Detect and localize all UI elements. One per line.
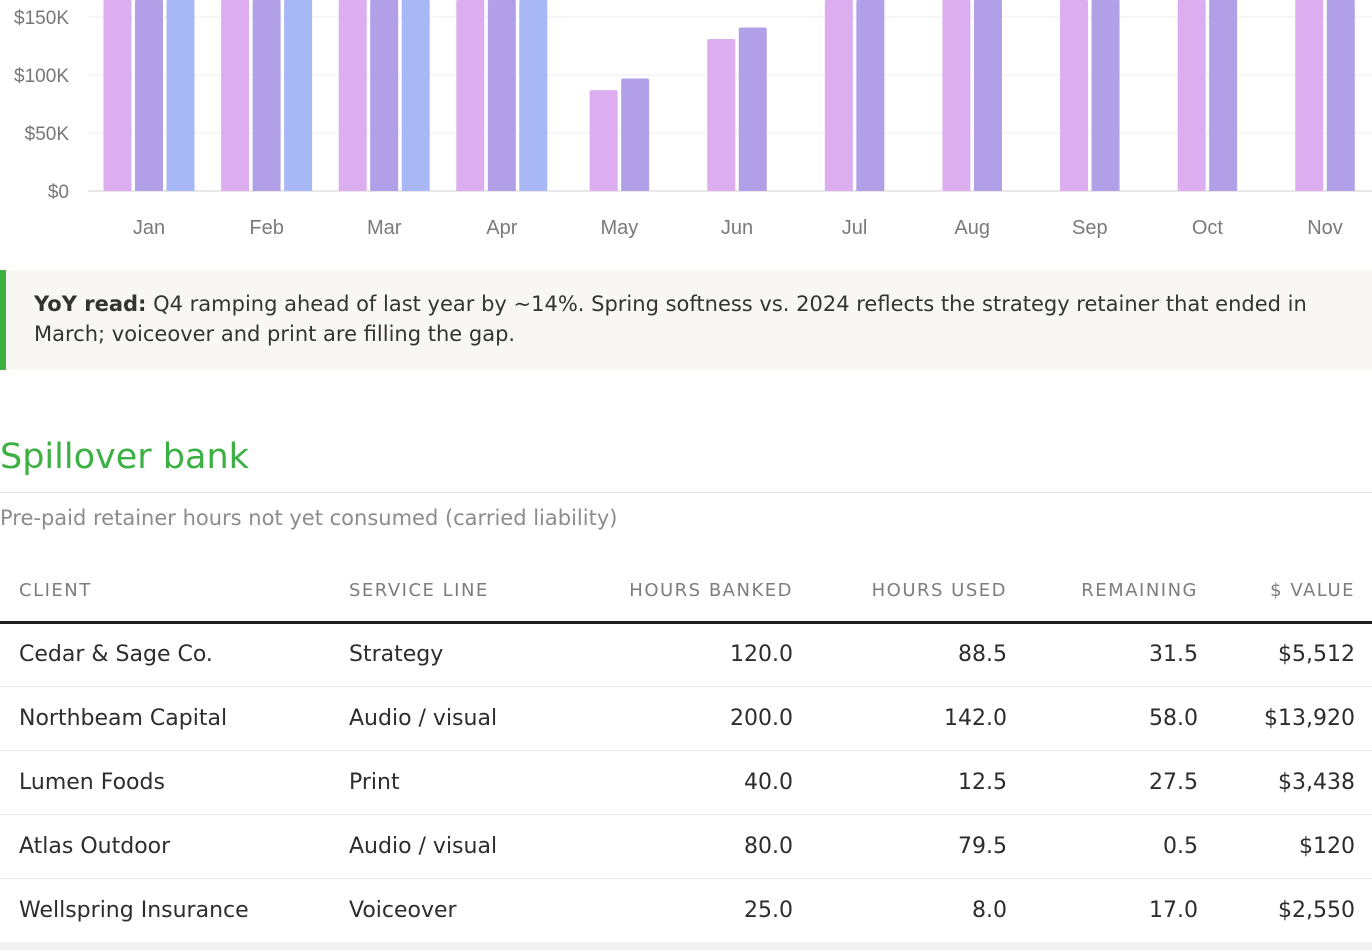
cell-hours-banked: 120.0 (590, 622, 810, 687)
bar (707, 39, 736, 191)
cell-remaining: 27.5 (1024, 750, 1215, 815)
bar (456, 0, 485, 191)
cell-hours-banked: 25.0 (590, 878, 810, 943)
table-row: Lumen Foods Print 40.0 12.5 27.5 $3,438 (0, 750, 1372, 815)
bar (338, 0, 367, 191)
monthly-revenue-chart: $0 $50K $100K $150K Jan Feb Mar Apr May Jun Jul Aug… (0, 0, 1372, 260)
cell-service-line: Print (330, 750, 590, 815)
cell-client: Cedar & Sage Co. (0, 622, 330, 687)
bar (589, 90, 618, 191)
cell-value: $2,550 (1215, 878, 1372, 943)
x-tick-label: Mar (367, 217, 402, 239)
x-tick-label: May (601, 217, 639, 239)
cell-client: Atlas Outdoor (0, 814, 330, 879)
table-row: Cedar & Sage Co. Strategy 120.0 88.5 31.… (0, 622, 1372, 687)
cell-hours-used: 79.5 (810, 814, 1024, 879)
bar (370, 0, 399, 191)
cell-service-line: Audio / visual (330, 686, 590, 751)
cell-hours-banked: 80.0 (590, 814, 810, 879)
section-title: Spillover bank (0, 437, 249, 477)
bar (103, 0, 132, 191)
cell-remaining: 31.5 (1024, 622, 1215, 687)
cell-hours-banked: 40.0 (590, 750, 810, 815)
cell-value: $13,920 (1215, 686, 1372, 751)
cell-hours-used: 12.5 (810, 750, 1024, 815)
col-header-service-line: SERVICE LINE (330, 560, 590, 624)
x-tick-label: Apr (486, 217, 517, 239)
bar (487, 0, 516, 191)
callout-text: Q4 ramping ahead of last year by ~14%. S… (34, 292, 1307, 346)
y-tick-label: $150K (14, 8, 69, 29)
bar (284, 0, 313, 191)
cell-hours-used: 8.0 (810, 878, 1024, 943)
x-tick-label: Oct (1192, 217, 1224, 239)
y-tick-label: $50K (25, 124, 70, 145)
bar (738, 27, 767, 191)
cell-value: $120 (1215, 814, 1372, 879)
col-header-hours-banked: HOURS BANKED (590, 560, 810, 624)
y-tick-label: $0 (48, 182, 69, 203)
bar (1295, 0, 1324, 191)
section-subtitle: Pre-paid retainer hours not yet consumed… (0, 506, 618, 530)
bar (166, 0, 195, 191)
x-tick-label: Jun (721, 217, 753, 239)
cell-hours-used: 142.0 (810, 686, 1024, 751)
col-header-remaining: REMAINING (1024, 560, 1215, 624)
bar (973, 0, 1002, 191)
bar (1091, 0, 1120, 191)
chart-svg: $0 $50K $100K $150K Jan Feb Mar Apr May Jun Jul Aug… (14, 0, 1372, 239)
col-header-value: $ VALUE (1215, 560, 1372, 624)
x-tick-label: Jul (842, 217, 868, 239)
cell-value: $5,512 (1215, 622, 1372, 687)
cell-client: Northbeam Capital (0, 686, 330, 751)
cell-service-line: Voiceover (330, 878, 590, 943)
callout-lead: YoY read: (34, 292, 147, 316)
table-row: Wellspring Insurance Voiceover 25.0 8.0 … (0, 878, 1372, 943)
x-tick-label: Jan (133, 217, 165, 239)
bar (942, 0, 971, 191)
x-tick-label: Nov (1307, 217, 1343, 239)
cell-client: Lumen Foods (0, 750, 330, 815)
bar (252, 0, 281, 191)
col-header-hours-used: HOURS USED (810, 560, 1024, 624)
cell-remaining: 58.0 (1024, 686, 1215, 751)
table-row: Atlas Outdoor Audio / visual 80.0 79.5 0… (0, 814, 1372, 879)
x-tick-label: Sep (1072, 217, 1108, 239)
table-header-row: CLIENT SERVICE LINE HOURS BANKED HOURS U… (0, 560, 1372, 624)
x-tick-label: Aug (954, 217, 990, 239)
bar (1060, 0, 1089, 191)
yoy-callout: YoY read: Q4 ramping ahead of last year … (0, 270, 1372, 370)
cell-client: Wellspring Insurance (0, 878, 330, 943)
cell-service-line: Audio / visual (330, 814, 590, 879)
cell-hours-banked: 200.0 (590, 686, 810, 751)
bar (1326, 0, 1355, 191)
bar (1209, 0, 1238, 191)
y-tick-label: $100K (14, 66, 69, 87)
x-tick-label: Feb (249, 217, 283, 239)
bar (1177, 0, 1206, 191)
cell-remaining: 17.0 (1024, 878, 1215, 943)
bar (401, 0, 430, 191)
cell-hours-used: 88.5 (810, 622, 1024, 687)
bar (519, 0, 548, 191)
table-row: Northbeam Capital Audio / visual 200.0 1… (0, 686, 1372, 751)
cell-remaining: 0.5 (1024, 814, 1215, 879)
bar (621, 78, 650, 191)
col-header-client: CLIENT (0, 560, 330, 624)
bar (221, 0, 250, 191)
cell-service-line: Strategy (330, 622, 590, 687)
bar (824, 0, 853, 191)
bar (135, 0, 163, 191)
spillover-table: CLIENT SERVICE LINE HOURS BANKED HOURS U… (0, 560, 1372, 943)
section-divider (0, 492, 1372, 493)
bar (856, 0, 885, 191)
cell-value: $3,438 (1215, 750, 1372, 815)
bottom-strip (0, 942, 1372, 950)
